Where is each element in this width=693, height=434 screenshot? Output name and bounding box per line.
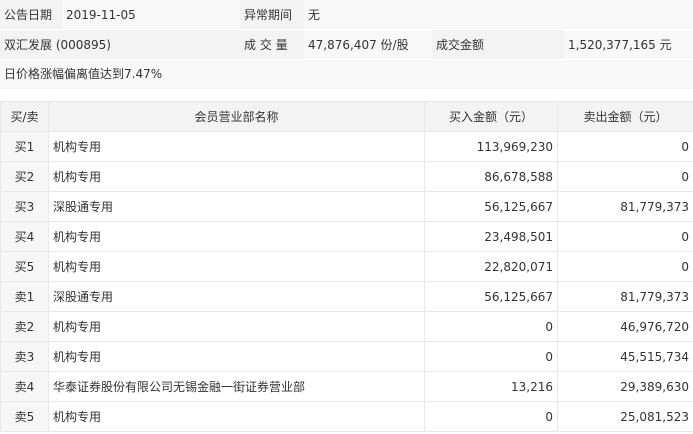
sell-amount: 29,389,630: [557, 371, 693, 402]
broker-name: 深股通专用: [48, 281, 425, 312]
broker-name: 机构专用: [48, 221, 425, 252]
row-side: 买5: [0, 251, 49, 282]
volume-label: 成 交 量: [240, 29, 304, 60]
abnormal-period-value: 无: [304, 0, 693, 30]
amount-label: 成交金额: [432, 29, 564, 60]
row-side: 卖4: [0, 371, 49, 402]
table-row: 买4 机构专用 23,498,501 0: [0, 221, 693, 252]
sell-amount: 45,515,734: [557, 341, 693, 372]
column-header-buy-amount: 买入金额（元）: [424, 101, 558, 132]
buy-amount: 22,820,071: [424, 251, 558, 282]
buy-amount: 0: [424, 401, 558, 432]
column-header-sell-amount: 卖出金额（元）: [557, 101, 693, 132]
row-side: 卖5: [0, 401, 49, 432]
broker-name: 机构专用: [48, 161, 425, 192]
stock-name: 双汇发展 (000895): [0, 29, 240, 60]
table-row: 卖2 机构专用 0 46,976,720: [0, 311, 693, 342]
amount-value: 1,520,377,165 元: [564, 29, 693, 60]
buy-amount: 0: [424, 311, 558, 342]
announce-row: 公告日期 2019-11-05 异常期间 无: [0, 0, 693, 30]
table-row: 卖5 机构专用 0 25,081,523: [0, 401, 693, 432]
table-row: 买2 机构专用 86,678,588 0: [0, 161, 693, 192]
broker-name: 机构专用: [48, 311, 425, 342]
broker-name: 深股通专用: [48, 191, 425, 222]
sell-amount: 0: [557, 131, 693, 162]
broker-name: 机构专用: [48, 251, 425, 282]
row-side: 卖2: [0, 311, 49, 342]
row-side: 买1: [0, 131, 49, 162]
trade-summary-row: 双汇发展 (000895) 成 交 量 47,876,407 份/股 成交金额 …: [0, 29, 693, 60]
section-spacer: [0, 89, 693, 101]
sell-amount: 46,976,720: [557, 311, 693, 342]
announce-date-value: 2019-11-05: [62, 0, 240, 30]
table-row: 卖4 华泰证券股份有限公司无锡金融一街证券营业部 13,216 29,389,6…: [0, 371, 693, 402]
volume-value: 47,876,407 份/股: [304, 29, 432, 60]
row-side: 卖3: [0, 341, 49, 372]
buy-amount: 0: [424, 341, 558, 372]
broker-name: 华泰证券股份有限公司无锡金融一街证券营业部: [48, 371, 425, 402]
sell-amount: 0: [557, 251, 693, 282]
column-header-side: 买/卖: [0, 101, 49, 132]
broker-name: 机构专用: [48, 131, 425, 162]
table-header-row: 买/卖 会员营业部名称 买入金额（元） 卖出金额（元）: [0, 101, 693, 132]
sell-amount: 0: [557, 221, 693, 252]
buy-amount: 23,498,501: [424, 221, 558, 252]
table-row: 卖3 机构专用 0 45,515,734: [0, 341, 693, 372]
column-header-broker: 会员营业部名称: [48, 101, 425, 132]
deviation-reason: 日价格涨幅偏离值达到7.47%: [0, 60, 693, 89]
table-row: 买1 机构专用 113,969,230 0: [0, 131, 693, 162]
buy-amount: 13,216: [424, 371, 558, 402]
table-row: 买5 机构专用 22,820,071 0: [0, 251, 693, 282]
sell-amount: 25,081,523: [557, 401, 693, 432]
stock-info-header: 公告日期 2019-11-05 异常期间 无 双汇发展 (000895) 成 交…: [0, 0, 693, 60]
row-side: 买3: [0, 191, 49, 222]
buy-amount: 86,678,588: [424, 161, 558, 192]
announce-date-label: 公告日期: [0, 0, 62, 30]
abnormal-period-label: 异常期间: [240, 0, 304, 30]
sell-amount: 81,779,373: [557, 281, 693, 312]
table-row: 卖1 深股通专用 56,125,667 81,779,373: [0, 281, 693, 312]
sell-amount: 81,779,373: [557, 191, 693, 222]
row-side: 买2: [0, 161, 49, 192]
buy-amount: 56,125,667: [424, 191, 558, 222]
sell-amount: 0: [557, 161, 693, 192]
table-row: 买3 深股通专用 56,125,667 81,779,373: [0, 191, 693, 222]
row-side: 买4: [0, 221, 49, 252]
row-side: 卖1: [0, 281, 49, 312]
buy-amount: 113,969,230: [424, 131, 558, 162]
buy-amount: 56,125,667: [424, 281, 558, 312]
broker-name: 机构专用: [48, 401, 425, 432]
broker-name: 机构专用: [48, 341, 425, 372]
broker-trading-table: 买/卖 会员营业部名称 买入金额（元） 卖出金额（元） 买1 机构专用 113,…: [0, 101, 693, 432]
